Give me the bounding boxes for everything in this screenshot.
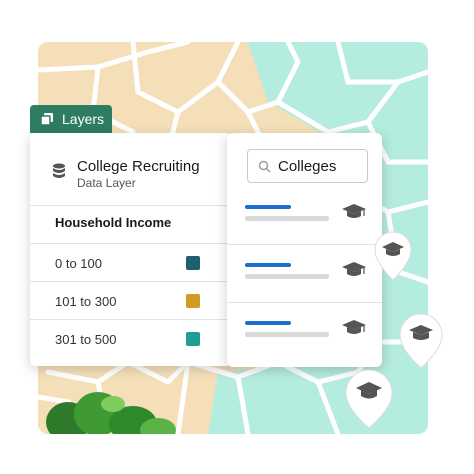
result-item[interactable] <box>227 245 382 303</box>
result-subtitle-placeholder <box>245 332 329 337</box>
result-item[interactable] <box>227 303 382 361</box>
legend-row[interactable]: 101 to 300 <box>30 281 232 319</box>
legend-label: 101 to 300 <box>55 294 117 309</box>
graduation-cap-icon <box>342 262 366 276</box>
legend-swatch <box>186 294 200 308</box>
result-item[interactable] <box>227 187 382 245</box>
result-subtitle-placeholder <box>245 216 329 221</box>
layers-tab-label: Layers <box>62 111 105 127</box>
legend-row[interactable]: 301 to 500 <box>30 319 232 357</box>
search-input[interactable]: Colleges <box>247 149 368 183</box>
legend-swatch <box>186 256 200 270</box>
legend-label: 0 to 100 <box>55 256 102 271</box>
result-title-placeholder <box>245 321 291 325</box>
legend-swatch <box>186 332 200 346</box>
layer-subtitle: Data Layer <box>77 176 136 190</box>
layers-icon <box>40 113 53 126</box>
layer-title: College Recruiting <box>77 158 200 175</box>
legend-label: 301 to 500 <box>55 332 117 347</box>
result-title-placeholder <box>245 263 291 267</box>
layer-details-panel: College Recruiting Data Layer Household … <box>30 133 232 366</box>
search-value: Colleges <box>278 158 337 175</box>
search-results-panel: Colleges <box>227 133 382 367</box>
layers-tab[interactable]: Layers <box>30 105 112 133</box>
map-pin-icon[interactable] <box>398 312 444 370</box>
graduation-cap-icon <box>342 204 366 218</box>
database-icon <box>53 163 65 178</box>
map-pin-icon[interactable] <box>344 368 394 430</box>
graduation-cap-icon <box>342 320 366 334</box>
result-title-placeholder <box>245 205 291 209</box>
layer-header: College Recruiting Data Layer <box>30 133 232 206</box>
result-subtitle-placeholder <box>245 274 329 279</box>
legend-row[interactable]: 0 to 100 <box>30 243 232 281</box>
search-icon <box>258 160 271 173</box>
map-pin-icon[interactable] <box>373 230 413 282</box>
legend-section-title: Household Income <box>55 215 172 230</box>
